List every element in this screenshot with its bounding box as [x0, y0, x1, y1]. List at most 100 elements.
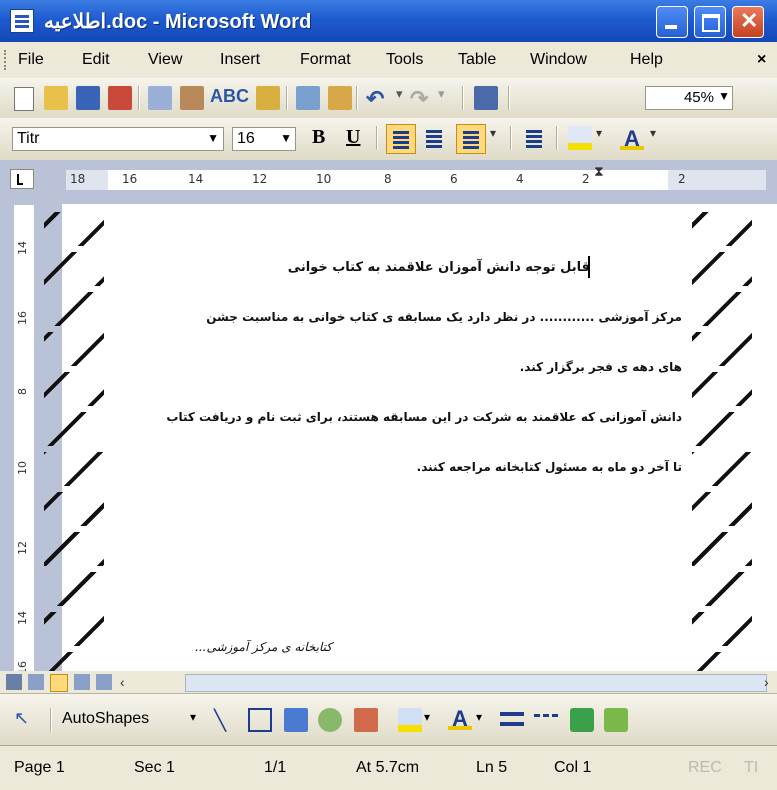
save-icon[interactable]: [76, 86, 100, 110]
bullets-button[interactable]: [520, 124, 550, 154]
toolbar-grip[interactable]: [4, 50, 9, 70]
dropdown-arrow-icon[interactable]: ▾: [424, 710, 448, 734]
new-document-icon[interactable]: [14, 87, 34, 111]
menu-edit[interactable]: Edit: [82, 51, 110, 69]
bullets-icon: [526, 130, 542, 133]
drawing-toolbar: ↖ AutoShapes ▾ ╲ ▾ A ▾: [0, 693, 777, 746]
menu-tools[interactable]: Tools: [386, 51, 423, 69]
ruler-tick: 18: [70, 172, 86, 186]
document-heading[interactable]: قابل توجه دانش آموزان علاقمند به کتاب خو…: [0, 260, 590, 275]
tab-selector[interactable]: [10, 169, 34, 189]
formatting-toolbar: Titr ▼ 16 ▼ B U ▾ ▾ A ▾: [0, 118, 777, 161]
print-icon[interactable]: [148, 86, 172, 110]
rectangle-tool-icon[interactable]: [248, 708, 272, 732]
menu-help[interactable]: Help: [630, 51, 663, 69]
research-icon[interactable]: [256, 86, 280, 110]
toolbar-separator: [510, 126, 512, 150]
menu-format[interactable]: Format: [300, 51, 351, 69]
font-size-dropdown[interactable]: 16 ▼: [232, 127, 296, 151]
document-signature[interactable]: کتابخانه ی مرکز آموزشی...: [0, 640, 332, 654]
indent-marker-icon[interactable]: ⧗: [594, 164, 604, 180]
font-color-icon[interactable]: A: [448, 706, 472, 731]
status-page-count: 1/1: [264, 759, 287, 776]
font-color-icon[interactable]: A: [620, 126, 644, 151]
3d-icon[interactable]: [604, 708, 628, 732]
shadow-icon[interactable]: [570, 708, 594, 732]
align-center-button[interactable]: [386, 124, 416, 154]
clipart-icon[interactable]: [354, 708, 378, 732]
diagram-icon[interactable]: [318, 708, 342, 732]
maximize-button[interactable]: [694, 6, 726, 38]
document-line[interactable]: های دهه ی فجر برگزار کند.: [0, 360, 682, 374]
dash-style-icon[interactable]: [534, 714, 558, 727]
zoom-dropdown[interactable]: 45% ▼: [645, 86, 733, 110]
close-button[interactable]: ✕: [732, 6, 764, 38]
redo-icon[interactable]: ↷: [410, 86, 434, 111]
open-folder-icon[interactable]: [44, 86, 68, 110]
menu-view[interactable]: View: [148, 51, 182, 69]
web-view-icon[interactable]: [28, 674, 44, 690]
chevron-down-icon[interactable]: ▾: [190, 710, 214, 734]
document-line[interactable]: مرکز آموزشی ............ در نظر دارد یک …: [0, 310, 682, 324]
print-layout-icon[interactable]: [50, 674, 68, 692]
document-page[interactable]: [62, 204, 777, 686]
word-doc-icon[interactable]: [10, 9, 34, 33]
toolbar-separator: [508, 86, 510, 110]
align-right-icon: [426, 130, 442, 133]
font-name-value: Titr: [17, 130, 40, 147]
align-right-button[interactable]: [420, 124, 450, 154]
outline-view-icon[interactable]: [74, 674, 90, 690]
line-spacing-button[interactable]: [456, 124, 486, 154]
font-size-value: 16: [237, 130, 255, 147]
menu-file[interactable]: File: [18, 51, 44, 69]
menu-insert[interactable]: Insert: [220, 51, 260, 69]
menu-table[interactable]: Table: [458, 51, 496, 69]
minimize-button[interactable]: [656, 6, 688, 38]
columns-icon[interactable]: [474, 86, 498, 110]
dropdown-arrow-icon[interactable]: ▾: [650, 126, 674, 150]
font-name-dropdown[interactable]: Titr ▼: [12, 127, 224, 151]
permission-icon[interactable]: [108, 86, 132, 110]
scroll-right-icon[interactable]: ›: [764, 674, 777, 690]
horizontal-scrollbar[interactable]: [185, 674, 767, 692]
window-title: اطلاعیه.doc - Microsoft Word: [44, 9, 311, 34]
bold-button[interactable]: B: [312, 126, 325, 149]
line-style-icon[interactable]: [500, 712, 524, 726]
ruler-tick: 10: [316, 172, 332, 186]
autoshapes-menu[interactable]: AutoShapes: [62, 710, 149, 728]
dropdown-arrow-icon[interactable]: ▾: [438, 86, 462, 110]
status-track[interactable]: TI: [744, 759, 758, 777]
status-position: At 5.7cm: [356, 759, 420, 776]
ruler-tick: 8: [16, 388, 29, 395]
dropdown-arrow-icon[interactable]: ▾: [476, 710, 500, 734]
print-preview-icon[interactable]: [180, 86, 204, 110]
toolbar-separator: [462, 86, 464, 110]
highlight-icon[interactable]: [568, 126, 592, 150]
underline-button[interactable]: U: [346, 126, 360, 149]
menu-bar: File Edit View Insert Format Tools Table…: [0, 42, 777, 79]
status-column: Col 1: [554, 759, 592, 776]
select-objects-icon[interactable]: ↖: [14, 708, 38, 732]
chart-icon[interactable]: [284, 708, 308, 732]
normal-view-icon[interactable]: [6, 674, 22, 690]
paste-icon[interactable]: [296, 86, 320, 110]
document-name: اطلاعیه: [44, 11, 107, 33]
horizontal-ruler[interactable]: 18 16 14 12 10 8 6 4 2 2 ⧗: [66, 164, 766, 190]
format-painter-icon[interactable]: [328, 86, 352, 110]
dropdown-arrow-icon[interactable]: ▾: [596, 126, 620, 150]
vertical-ruler[interactable]: 14 16 8 10 12 14 16: [14, 205, 34, 685]
status-section: Sec 1: [134, 759, 175, 776]
line-tool-icon[interactable]: ╲: [214, 708, 238, 732]
menu-window[interactable]: Window: [530, 51, 587, 69]
undo-icon[interactable]: ↶: [366, 86, 390, 111]
toolbar-separator: [356, 86, 358, 110]
scroll-left-icon[interactable]: ‹: [120, 674, 136, 690]
align-center-icon: [393, 131, 409, 134]
document-line[interactable]: تا آخر دو ماه به مسئول کتابخانه مراجعه ک…: [0, 460, 682, 474]
document-line[interactable]: دانش آموزانی که علاقمند به شرکت در این م…: [0, 410, 682, 424]
status-rec[interactable]: REC: [688, 759, 722, 777]
reading-view-icon[interactable]: [96, 674, 112, 690]
close-document-icon[interactable]: ×: [757, 51, 766, 69]
fill-color-icon[interactable]: [398, 708, 422, 732]
spelling-icon[interactable]: ABC: [210, 86, 249, 110]
